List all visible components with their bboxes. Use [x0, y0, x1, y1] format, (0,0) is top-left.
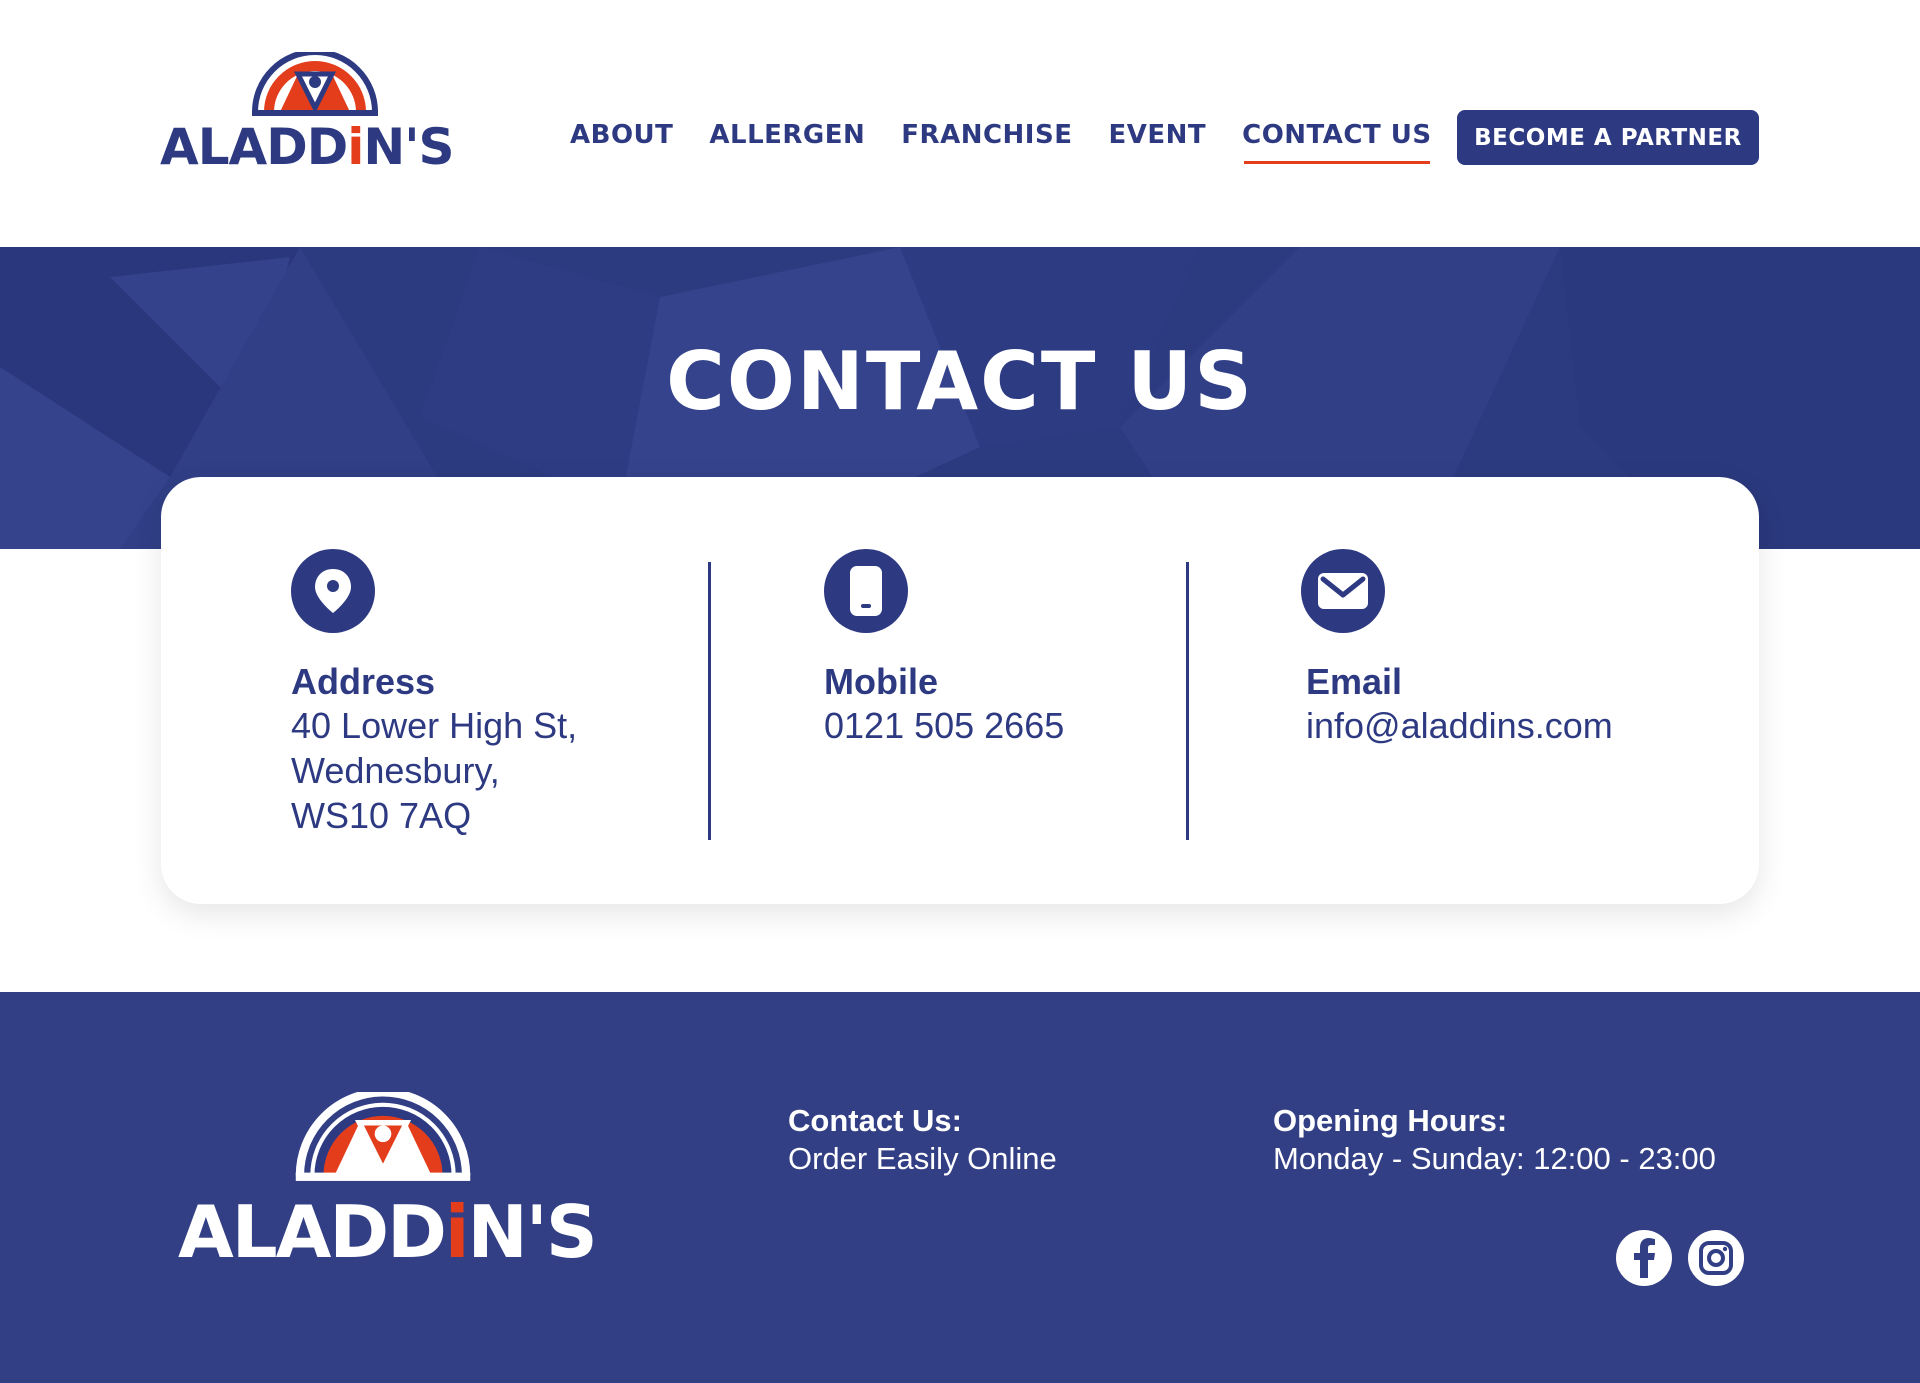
- contact-card: Address 40 Lower High St, Wednesbury, WS…: [161, 477, 1759, 904]
- address-label: Address: [291, 661, 436, 702]
- envelope-icon: [1301, 549, 1385, 633]
- main-nav: ABOUT ALLERGEN FRANCHISE EVENT CONTACT U…: [570, 120, 1468, 164]
- nav-about[interactable]: ABOUT: [570, 120, 673, 156]
- page-title: CONTACT US: [666, 335, 1254, 428]
- brand-logo[interactable]: ALADDiN'S: [160, 52, 460, 182]
- email-label: Email: [1306, 661, 1403, 702]
- site-header: ALADDiN'S ABOUT ALLERGEN FRANCHISE EVENT…: [0, 0, 1920, 247]
- footer-logo-wordmark: ALADDiN'S: [178, 1190, 598, 1274]
- footer-hours-heading: Opening Hours:: [1273, 1103, 1508, 1138]
- logo-mark: [252, 52, 378, 116]
- logo-wordmark: ALADDiN'S: [160, 118, 455, 176]
- nav-allergen[interactable]: ALLERGEN: [709, 120, 865, 156]
- mobile-phone-icon: [824, 549, 908, 633]
- footer-contact-text[interactable]: Order Easily Online: [788, 1140, 1057, 1178]
- footer-hours-text: Monday - Sunday: 12:00 - 23:00: [1273, 1141, 1716, 1176]
- footer-brand-logo[interactable]: ALADDiN'S: [178, 1092, 598, 1274]
- card-divider: [708, 562, 711, 840]
- nav-event[interactable]: EVENT: [1108, 120, 1206, 156]
- site-footer: ALADDiN'S Contact Us: Order Easily Onlin…: [0, 992, 1920, 1383]
- address-block: Address 40 Lower High St, Wednesbury, WS…: [291, 549, 577, 838]
- nav-contact-us[interactable]: CONTACT US: [1242, 120, 1432, 164]
- email-value[interactable]: info@aladdins.com: [1306, 703, 1613, 748]
- mobile-block: Mobile 0121 505 2665: [824, 549, 1064, 748]
- footer-contact-heading: Contact Us:: [788, 1103, 962, 1138]
- mobile-value[interactable]: 0121 505 2665: [824, 703, 1064, 748]
- nav-franchise[interactable]: FRANCHISE: [901, 120, 1072, 156]
- location-pin-icon: [291, 549, 375, 633]
- footer-contact: Contact Us: Order Easily Online: [788, 1102, 1057, 1178]
- become-partner-button[interactable]: BECOME A PARTNER: [1457, 110, 1759, 165]
- email-block: Email info@aladdins.com: [1301, 549, 1613, 748]
- facebook-icon[interactable]: [1616, 1230, 1672, 1286]
- address-value: 40 Lower High St, Wednesbury, WS10 7AQ: [291, 705, 578, 836]
- mobile-label: Mobile: [824, 661, 938, 702]
- footer-hours: Opening Hours: Monday - Sunday: 12:00 - …: [1273, 1102, 1716, 1178]
- footer-logo-mark: [295, 1092, 471, 1181]
- card-divider: [1186, 562, 1189, 840]
- instagram-icon[interactable]: [1688, 1230, 1744, 1286]
